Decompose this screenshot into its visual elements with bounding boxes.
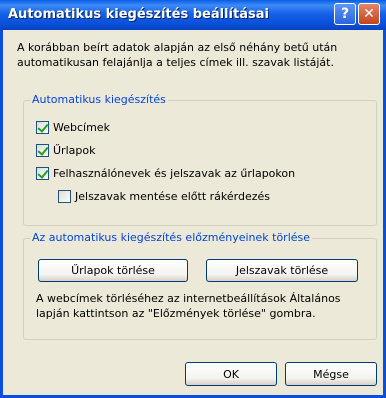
forms-label: Űrlapok — [53, 144, 96, 157]
autocomplete-settings-dialog: Automatikus kiegészítés beállításai ? ✕ … — [0, 0, 386, 398]
forms-checkbox[interactable] — [36, 144, 49, 157]
intro-text: A korábban beírt adatok alapján az első … — [17, 41, 338, 69]
window-title: Automatikus kiegészítés beállításai — [8, 7, 269, 22]
cancel-button[interactable]: Mégse — [285, 362, 377, 386]
clear-passwords-button[interactable]: Jelszavak törlése — [206, 259, 358, 282]
usernames-passwords-label: Felhasználónevek és jelszavak az űrlapok… — [53, 167, 296, 180]
history-group-title: Az automatikus kiegészítés előzményeinek… — [30, 231, 313, 244]
option-web-addresses[interactable]: Webcímek — [36, 121, 110, 134]
autocomplete-group: Automatikus kiegészítés Webcímek Űrlapok… — [23, 93, 377, 226]
web-addresses-checkbox[interactable] — [36, 121, 49, 134]
option-usernames-passwords[interactable]: Felhasználónevek és jelszavak az űrlapok… — [36, 167, 295, 180]
history-group: Az automatikus kiegészítés előzményeinek… — [23, 231, 377, 340]
ask-before-saving-checkbox[interactable] — [58, 190, 71, 203]
close-button[interactable]: ✕ — [358, 3, 380, 25]
usernames-passwords-checkbox[interactable] — [36, 167, 49, 180]
ok-button[interactable]: OK — [185, 362, 277, 386]
help-button[interactable]: ? — [334, 3, 356, 25]
title-bar[interactable]: Automatikus kiegészítés beállításai ? ✕ — [0, 0, 386, 30]
ask-before-saving-label: Jelszavak mentése előtt rákérdezés — [75, 190, 270, 203]
web-addresses-label: Webcímek — [53, 121, 110, 134]
clear-forms-button[interactable]: Űrlapok törlése — [38, 259, 188, 282]
history-note: A webcímek törléséhez az internetbeállít… — [36, 292, 341, 320]
option-ask-before-saving[interactable]: Jelszavak mentése előtt rákérdezés — [58, 190, 270, 203]
option-forms[interactable]: Űrlapok — [36, 144, 95, 157]
autocomplete-group-title: Automatikus kiegészítés — [30, 93, 168, 106]
